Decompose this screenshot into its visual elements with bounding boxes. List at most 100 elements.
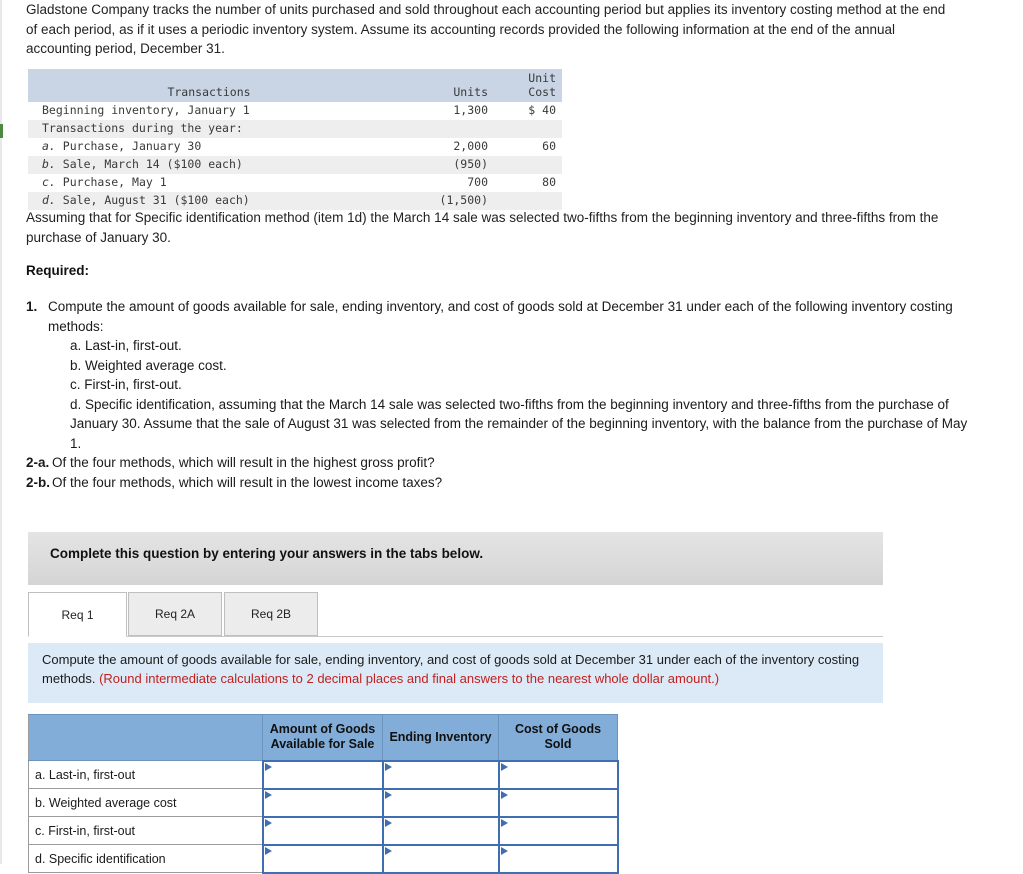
goods-available-input[interactable]: [261, 843, 384, 874]
transaction-label: b. Sale, March 14 ($100 each): [28, 156, 390, 174]
cell-marker-triangle-icon: [384, 846, 392, 855]
cell-marker-triangle-icon: [264, 818, 272, 827]
transaction-units: [390, 120, 494, 138]
cell-marker-triangle-icon: [500, 846, 508, 855]
ending-inventory-input[interactable]: [381, 815, 500, 846]
header-unit-cost-line1: Unit: [528, 71, 556, 85]
cell-marker-triangle-icon: [264, 846, 272, 855]
transactions-table: Transactions Units Unit Cost Beginning in…: [28, 69, 562, 210]
transaction-description: Purchase, May 1: [62, 175, 167, 189]
transaction-letter: d.: [42, 193, 56, 207]
transactions-table-body: Beginning inventory, January 1 1,300 $ 40 T…: [28, 102, 562, 210]
answer-header-cogs: Cost of Goods Sold: [498, 714, 618, 761]
requirement-1d: d. Specific identification, assuming tha…: [70, 396, 968, 451]
cell-marker-triangle-icon: [500, 818, 508, 827]
cell-marker-triangle-icon: [500, 762, 508, 771]
header-units: Units: [390, 69, 494, 102]
transaction-label: c. Purchase, May 1: [28, 174, 390, 192]
requirement-tabbar: Req 1 Req 2A Req 2B: [28, 592, 883, 637]
transaction-label: Beginning inventory, January 1: [28, 102, 390, 120]
cogs-input[interactable]: [497, 843, 619, 874]
intro-paragraph: Gladstone Company tracks the number of u…: [26, 2, 946, 56]
transaction-letter: c.: [42, 175, 56, 189]
header-unit-cost: Unit Cost: [494, 69, 562, 102]
transaction-units: 2,000: [390, 138, 494, 156]
requirement-1: 1. Compute the amount of goods available…: [26, 297, 976, 453]
transaction-row: c. Purchase, May 1 700 80: [28, 174, 562, 192]
answer-header-ending-inventory: Ending Inventory: [382, 714, 499, 761]
assumption-paragraph: Assuming that for Specific identificatio…: [26, 210, 939, 245]
transaction-letter: a.: [42, 139, 56, 153]
transaction-label: Transactions during the year:: [28, 120, 390, 138]
requirements-list: 1. Compute the amount of goods available…: [26, 297, 976, 492]
transaction-unit-cost: 60: [494, 138, 562, 156]
requirement-1b: b. Weighted average cost.: [70, 357, 227, 373]
goods-available-input[interactable]: [261, 759, 384, 790]
transactions-table-head: Transactions Units Unit Cost: [28, 69, 562, 102]
instruction-panel: Compute the amount of goods available fo…: [28, 643, 883, 703]
ending-inventory-input[interactable]: [381, 787, 500, 818]
transaction-units: 1,300: [390, 102, 494, 120]
answer-row: c. First-in, first-out: [28, 815, 619, 846]
transaction-letter: b.: [42, 157, 56, 171]
transaction-description: Transactions during the year:: [42, 121, 243, 135]
header-unit-cost-line2: Cost: [528, 85, 556, 99]
transaction-description: Beginning inventory, January 1: [42, 103, 250, 117]
answer-header-goods-available: Amount of Goods Available for Sale: [262, 714, 383, 761]
tab-req-2a-label: Req 2A: [154, 607, 196, 621]
answer-header-cogs-line2: Sold: [544, 737, 572, 752]
requirement-1a: a. Last-in, first-out.: [70, 338, 182, 353]
answer-row-label: a. Last-in, first-out: [28, 760, 263, 789]
ending-inventory-input[interactable]: [381, 843, 500, 874]
answer-row: d. Specific identification: [28, 843, 619, 874]
transaction-unit-cost: [494, 120, 562, 138]
transaction-description: Purchase, January 30: [62, 139, 202, 153]
answer-table-wrapper: Amount of Goods Available for Sale Ending…: [28, 714, 619, 874]
answer-header-cogs-line1: Cost of Goods: [514, 722, 602, 737]
transaction-description: Sale, August 31 ($100 each): [62, 193, 250, 207]
answer-row: b. Weighted average cost: [28, 787, 619, 818]
requirement-2b-text: Of the four methods, which will result i…: [52, 474, 443, 490]
tab-req-2a[interactable]: Req 2A: [128, 592, 222, 636]
answer-row: a. Last-in, first-out: [28, 759, 619, 790]
cell-marker-triangle-icon: [264, 762, 272, 771]
required-heading: Required:: [26, 263, 90, 278]
answer-header-goods-available-line1: Amount of Goods: [269, 722, 376, 737]
cell-marker-triangle-icon: [384, 790, 392, 799]
goods-available-input[interactable]: [261, 815, 384, 846]
cell-marker-triangle-icon: [264, 790, 272, 799]
left-edge-green-marker: [0, 124, 3, 138]
worksheet-page: Gladstone Company tracks the number of u…: [0, 0, 1023, 874]
answer-table: Amount of Goods Available for Sale Ending…: [28, 714, 619, 874]
goods-available-input[interactable]: [261, 787, 384, 818]
transaction-row: Beginning inventory, January 1 1,300 $ 40: [28, 102, 562, 120]
transaction-row: a. Purchase, January 30 2,000 60: [28, 138, 562, 156]
cogs-input[interactable]: [497, 759, 619, 790]
requirement-2a: 2-a. Of the four methods, which will res…: [26, 453, 976, 473]
tab-req-1[interactable]: Req 1: [28, 592, 127, 637]
complete-question-banner: Complete this question by entering your …: [28, 532, 883, 585]
transaction-units: (950): [390, 156, 494, 174]
transaction-unit-cost: $ 40: [494, 102, 562, 120]
answer-header-blank: [28, 714, 263, 761]
cell-marker-triangle-icon: [500, 790, 508, 799]
tab-req-1-label: Req 1: [61, 607, 94, 622]
transaction-label: a. Purchase, January 30: [28, 138, 390, 156]
requirement-2a-text: Of the four methods, which will result i…: [52, 455, 435, 470]
instruction-rounding-note: (Round intermediate calculations to 2 de…: [99, 671, 720, 686]
answer-row-label: b. Weighted average cost: [28, 788, 263, 817]
requirement-2a-number: 2-a.: [26, 455, 50, 470]
cogs-input[interactable]: [497, 787, 619, 818]
ending-inventory-input[interactable]: [381, 759, 500, 790]
requirement-2b: 2-b. Of the four methods, which will res…: [26, 473, 976, 493]
requirement-1-number: 1.: [26, 299, 38, 314]
requirement-1c: c. First-in, first-out.: [70, 377, 182, 392]
transactions-header-row: Transactions Units Unit Cost: [28, 69, 562, 102]
tab-req-2b-label: Req 2B: [250, 607, 292, 621]
cell-marker-triangle-icon: [384, 762, 392, 771]
tab-req-2b[interactable]: Req 2B: [224, 592, 318, 636]
answer-table-body: a. Last-in, first-out b. Weighted average…: [28, 759, 619, 874]
cogs-input[interactable]: [497, 815, 619, 846]
transaction-units: 700: [390, 174, 494, 192]
answer-header-row: Amount of Goods Available for Sale Ending…: [28, 714, 618, 761]
